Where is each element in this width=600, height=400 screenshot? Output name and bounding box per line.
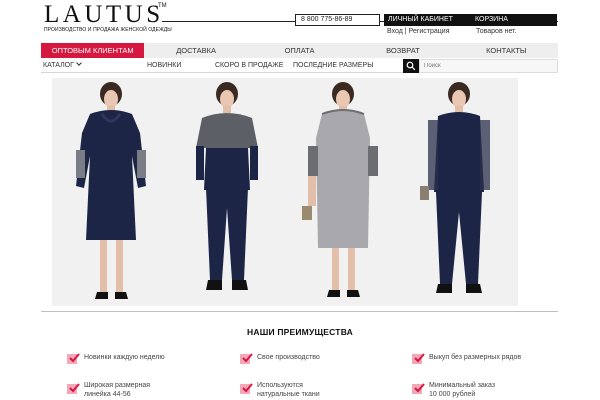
nav-wholesale[interactable]: ОПТОВЫМ КЛИЕНТАМ	[41, 43, 145, 58]
nav-returns[interactable]: ВОЗВРАТ	[351, 43, 454, 58]
grid-divider	[41, 311, 558, 312]
product-grid	[52, 78, 518, 306]
product-image	[196, 82, 258, 290]
auth-separator: |	[404, 28, 407, 35]
login-link[interactable]: Вход	[387, 28, 403, 35]
check-icon	[240, 353, 253, 364]
check-icon	[412, 353, 425, 364]
advantages-title: НАШИ ПРЕИМУЩЕСТВА	[247, 327, 353, 337]
search-button[interactable]	[403, 59, 419, 73]
advantage-text: Минимальный заказ 10 000 рублей	[429, 382, 496, 398]
product-card[interactable]	[400, 78, 518, 306]
chevron-down-icon	[76, 60, 82, 66]
advantage-text: Используются натуральные ткани	[257, 382, 320, 398]
logo-text: LAUTUS	[44, 1, 164, 28]
logo-tagline: ПРОИЗВОДСТВО И ПРОДАЖА ЖЕНСКОЙ ОДЕЖДЫ	[44, 27, 172, 33]
product-image	[420, 82, 490, 293]
check-icon	[67, 383, 80, 394]
product-image	[302, 82, 378, 297]
subnav-new[interactable]: НОВИНКИ	[147, 59, 181, 73]
advantage-text: Новинки каждую неделю	[84, 354, 165, 361]
register-link[interactable]: Регистрация	[409, 28, 450, 35]
subnav-last-sizes[interactable]: ПОСЛЕДНИЕ РАЗМЕРЫ	[293, 59, 373, 73]
advantage-text: Широкая размерная линейка 44-56	[84, 382, 151, 398]
advantage-item: Используются натуральные ткани	[240, 382, 323, 399]
advantage-text: Свое производство	[257, 354, 320, 361]
auth-links: Вход | Регистрация	[387, 28, 450, 35]
personal-cabinet-button[interactable]: ЛИЧНЫЙ КАБИНЕТ	[384, 14, 473, 26]
product-card[interactable]	[168, 78, 286, 306]
logo[interactable]: LAUTUS TM ПРОИЗВОДСТВО И ПРОДАЖА ЖЕНСКОЙ…	[44, 1, 172, 33]
advantage-item: Широкая размерная линейка 44-56	[67, 382, 154, 399]
check-icon	[240, 383, 253, 394]
check-icon	[67, 353, 80, 364]
catalog-label: КАТАЛОГ	[43, 62, 74, 69]
advantage-item: Свое производство	[240, 353, 347, 364]
cart-status: Товаров нет.	[476, 28, 517, 35]
advantage-item: Минимальный заказ 10 000 рублей	[412, 382, 497, 399]
logo-trademark: TM	[158, 3, 167, 9]
product-image	[76, 82, 146, 299]
advantage-item: Новинки каждую неделю	[67, 353, 174, 364]
nav-contacts[interactable]: КОНТАКТЫ	[455, 43, 558, 58]
search-icon	[406, 61, 416, 71]
cart-button[interactable]: КОРЗИНА	[471, 14, 557, 26]
product-card[interactable]	[284, 78, 402, 306]
nav-payment[interactable]: ОПЛАТА	[248, 43, 351, 58]
nav-delivery[interactable]: ДОСТАВКА	[144, 43, 247, 58]
advantage-text: Выкуп без размерных рядов	[429, 354, 522, 361]
phone-number[interactable]: 8 800 775-86-89	[295, 14, 380, 26]
main-nav: ОПТОВЫМ КЛИЕНТАМ ДОСТАВКА ОПЛАТА ВОЗВРАТ…	[41, 43, 558, 58]
product-card[interactable]	[52, 78, 170, 306]
subnav-coming-soon[interactable]: СКОРО В ПРОДАЖЕ	[215, 59, 283, 73]
catalog-dropdown[interactable]: КАТАЛОГ	[43, 59, 82, 73]
check-icon	[412, 383, 425, 394]
sub-nav: КАТАЛОГ НОВИНКИ СКОРО В ПРОДАЖЕ ПОСЛЕДНИ…	[41, 59, 558, 73]
advantage-item: Выкуп без размерных рядов	[412, 353, 539, 364]
search-input[interactable]	[419, 59, 558, 73]
